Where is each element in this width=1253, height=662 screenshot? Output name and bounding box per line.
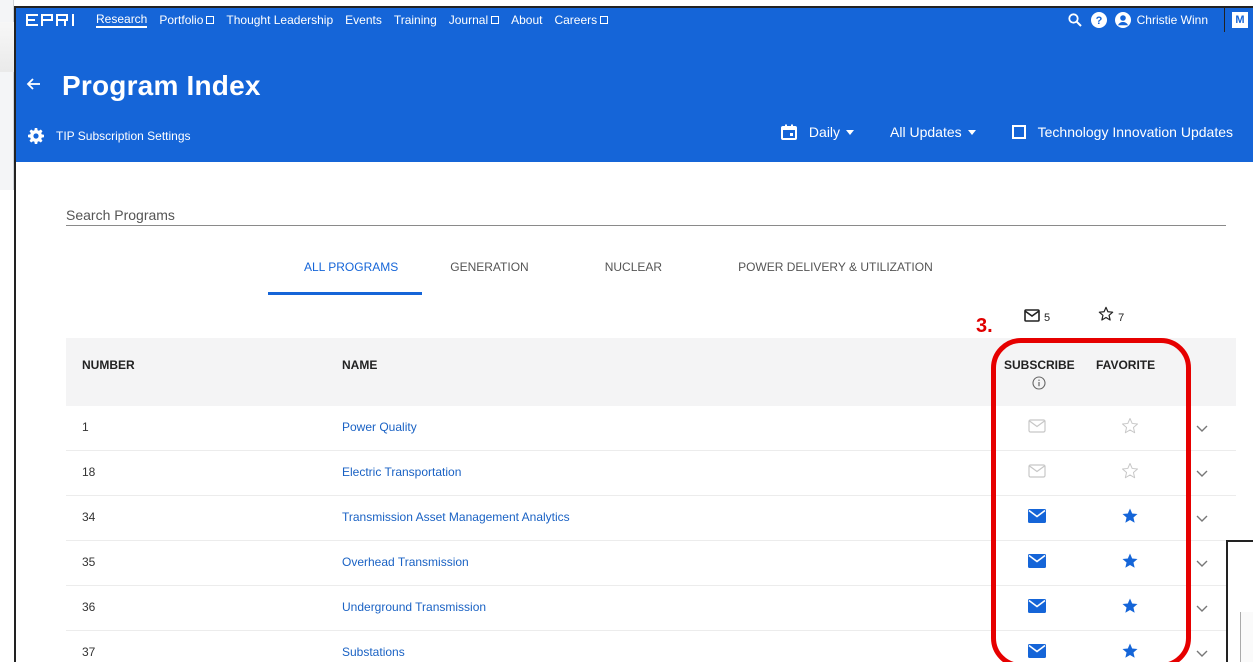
header-controls: Daily All Updates Technology Innovation … [745, 124, 1233, 140]
tab-power-delivery-utilization[interactable]: POWER DELIVERY & UTILIZATION [698, 256, 969, 295]
chevron-down-icon [846, 129, 855, 135]
frequency-value: Daily [808, 124, 841, 140]
updates-value: All Updates [890, 124, 962, 140]
program-tabs: ALL PROGRAMS GENERATION NUCLEAR POWER DE… [268, 256, 969, 295]
external-link-icon [491, 16, 500, 24]
favorite-count-value: 7 [1118, 312, 1125, 324]
user-account-icon[interactable] [1111, 8, 1135, 32]
avatar[interactable]: M [1231, 11, 1249, 29]
chevron-down-icon [967, 129, 976, 135]
page-header: Program Index TIP Subscription Settings … [16, 32, 1253, 162]
subscribe-count: 5 [1024, 309, 1051, 324]
tab-nuclear[interactable]: NUCLEAR [565, 256, 698, 295]
program-name-link[interactable]: Electric Transportation [342, 465, 461, 479]
program-number: 18 [82, 465, 96, 479]
nav-about[interactable]: About [511, 13, 542, 27]
program-name-link[interactable]: Underground Transmission [342, 600, 486, 614]
program-number: 36 [82, 600, 96, 614]
nav-research[interactable]: Research [96, 12, 148, 28]
browser-page: Research Portfolio Thought Leadership Ev… [14, 6, 1253, 662]
chevron-down-icon[interactable] [1196, 467, 1208, 477]
nav-training[interactable]: Training [394, 13, 437, 27]
external-link-icon [206, 16, 215, 24]
chevron-down-icon[interactable] [1196, 602, 1208, 612]
selection-counts: 5 7 [1024, 306, 1125, 324]
program-number: 35 [82, 555, 96, 569]
chevron-down-icon[interactable] [1196, 557, 1208, 567]
technology-innovation-updates-checkbox[interactable]: Technology Innovation Updates [1011, 124, 1233, 140]
page-title: Program Index [62, 70, 261, 101]
gear-icon [28, 128, 44, 144]
program-name-link[interactable]: Power Quality [342, 420, 417, 434]
svg-text:?: ? [1095, 15, 1102, 27]
chevron-down-icon[interactable] [1196, 512, 1208, 522]
program-name-link[interactable]: Overhead Transmission [342, 555, 469, 569]
program-number: 37 [82, 645, 96, 659]
column-header-number[interactable]: NUMBER [82, 358, 135, 372]
checkbox-unchecked-icon[interactable] [1011, 125, 1026, 139]
search-icon[interactable] [1063, 8, 1087, 32]
help-icon[interactable]: ? [1087, 8, 1111, 32]
annotation-step-label: 3. [976, 315, 993, 337]
nav-careers[interactable]: Careers [554, 13, 609, 27]
frequency-dropdown[interactable]: Daily [780, 124, 855, 140]
user-name[interactable]: Christie Winn [1137, 13, 1208, 27]
epri-logo[interactable] [26, 13, 82, 27]
annotation-highlight-box [991, 338, 1191, 662]
overlapping-window-shadow [1240, 612, 1253, 662]
tab-generation[interactable]: GENERATION [422, 256, 564, 295]
nav-events[interactable]: Events [345, 13, 382, 27]
calendar-icon [780, 124, 797, 140]
tech-updates-label: Technology Innovation Updates [1037, 124, 1233, 140]
nav-portfolio[interactable]: Portfolio [159, 13, 215, 27]
tip-subscription-settings[interactable]: TIP Subscription Settings [28, 128, 191, 144]
envelope-outline-icon [1024, 309, 1040, 322]
program-name-link[interactable]: Substations [342, 645, 405, 659]
chevron-down-icon[interactable] [1196, 647, 1208, 657]
tip-settings-label: TIP Subscription Settings [56, 129, 191, 143]
subscribe-count-value: 5 [1044, 312, 1051, 324]
nav-thought-leadership[interactable]: Thought Leadership [226, 13, 333, 27]
updates-dropdown[interactable]: All Updates [890, 124, 976, 140]
star-outline-icon [1098, 306, 1114, 321]
program-number: 1 [82, 420, 89, 434]
external-link-icon [600, 16, 609, 24]
nav-journal[interactable]: Journal [449, 13, 500, 27]
program-number: 34 [82, 510, 96, 524]
tab-all-programs[interactable]: ALL PROGRAMS [268, 256, 423, 295]
search-input[interactable] [66, 204, 1226, 226]
column-header-name[interactable]: NAME [342, 358, 377, 372]
back-arrow-icon[interactable] [26, 76, 42, 92]
program-name-link[interactable]: Transmission Asset Management Analytics [342, 510, 570, 524]
favorite-count: 7 [1098, 306, 1125, 324]
nav-divider [1224, 8, 1225, 32]
top-nav: Research Portfolio Thought Leadership Ev… [16, 8, 1253, 32]
chevron-down-icon[interactable] [1196, 422, 1208, 432]
nav-right: ? Christie Winn M [1063, 8, 1253, 32]
